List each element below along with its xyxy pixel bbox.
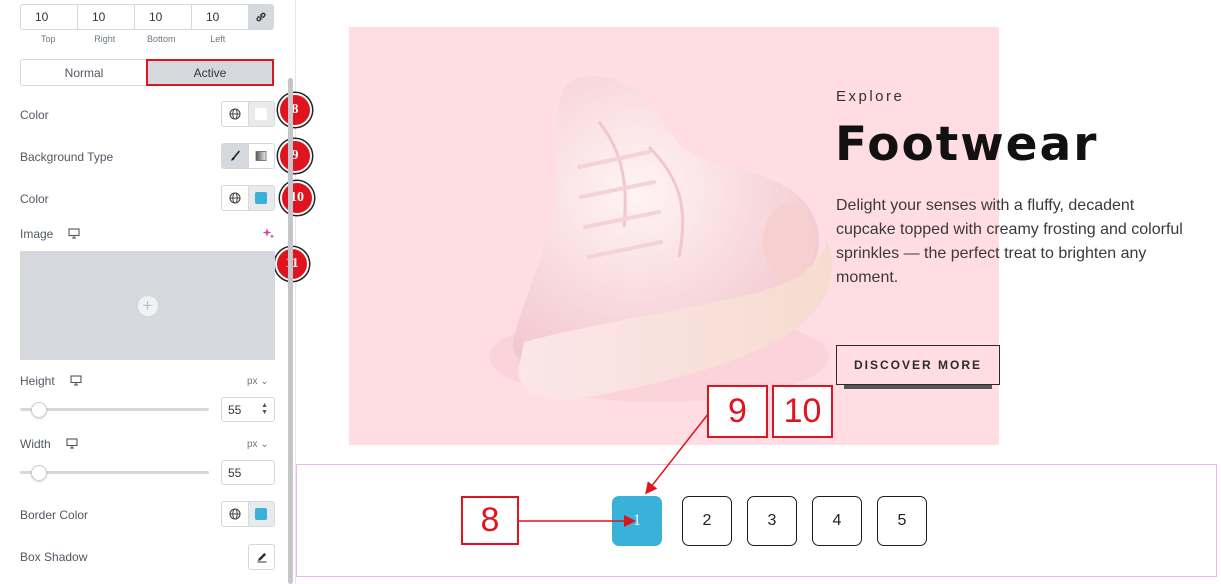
- border-color-label: Border Color: [20, 508, 89, 522]
- box-shadow-label: Box Shadow: [20, 550, 88, 564]
- box-shadow-edit-button[interactable]: [248, 544, 275, 570]
- page-button-5[interactable]: 5: [877, 496, 927, 546]
- color-swatch-white: [255, 108, 268, 120]
- desktop-icon[interactable]: [68, 228, 80, 239]
- hero-eyebrow: Explore: [836, 88, 905, 105]
- padding-left-input[interactable]: 10: [191, 4, 248, 30]
- panel-scrollbar[interactable]: [288, 78, 293, 584]
- color-swatch-blue: [255, 192, 268, 204]
- badge-10: 10: [280, 181, 314, 215]
- border-color-control: [221, 501, 275, 527]
- state-tabs: Normal Active: [20, 59, 274, 86]
- width-unit: px: [247, 439, 258, 450]
- height-slider[interactable]: [20, 408, 209, 411]
- image-picker[interactable]: +: [20, 251, 275, 360]
- color-control: [221, 101, 275, 127]
- padding-top-input[interactable]: 10: [20, 4, 77, 30]
- label-top: Top: [40, 34, 56, 44]
- height-input[interactable]: 55 ▲ ▼: [221, 397, 275, 422]
- background-type-control: [221, 143, 275, 169]
- width-label: Width: [20, 437, 51, 451]
- desktop-icon[interactable]: [66, 438, 78, 449]
- hero-description: Delight your senses with a fluffy, decad…: [836, 197, 1183, 286]
- color-picker-button-2[interactable]: [247, 186, 274, 210]
- button-shadow: [844, 385, 992, 389]
- globe-icon: [229, 108, 241, 120]
- global-color-button[interactable]: [222, 102, 248, 126]
- global-color-button-2[interactable]: [222, 186, 248, 210]
- badge-8: 8: [278, 93, 312, 127]
- height-slider-thumb[interactable]: [31, 402, 47, 418]
- gradient-background-button[interactable]: [247, 144, 274, 168]
- padding-labels: Top Right Bottom Left: [20, 34, 246, 44]
- page-button-1[interactable]: 1: [612, 496, 662, 546]
- settings-panel: 10 10 10 10 Top Right Bottom Left Normal…: [0, 0, 314, 584]
- ai-sparkle-icon[interactable]: [262, 227, 275, 240]
- color-swatch-blue: [255, 508, 268, 520]
- link-values-button[interactable]: [248, 4, 274, 30]
- page-button-3[interactable]: 3: [747, 496, 797, 546]
- page-button-4[interactable]: 4: [812, 496, 862, 546]
- discover-more-button[interactable]: DISCOVER MORE: [836, 345, 1000, 385]
- width-slider[interactable]: [20, 471, 209, 474]
- height-unit: px: [247, 376, 258, 387]
- padding-bottom-input[interactable]: 10: [134, 4, 191, 30]
- global-color-button-3[interactable]: [222, 502, 248, 526]
- annotation-box-8: 8: [461, 496, 519, 545]
- color-label: Color: [20, 108, 49, 122]
- background-type-label: Background Type: [20, 150, 114, 164]
- width-input[interactable]: 55: [221, 460, 275, 485]
- pencil-icon: [257, 552, 266, 563]
- badge-9: 9: [278, 139, 312, 173]
- color-picker-button-3[interactable]: [247, 502, 274, 526]
- page-button-2[interactable]: 2: [682, 496, 732, 546]
- globe-icon: [229, 508, 241, 520]
- width-unit-select[interactable]: px ⌄: [247, 439, 269, 450]
- width-value: 55: [228, 465, 242, 480]
- stepper-arrows-icon[interactable]: ▲ ▼: [261, 402, 268, 416]
- annotation-box-10: 10: [772, 385, 833, 438]
- background-color-control: [221, 185, 275, 211]
- globe-icon: [229, 192, 241, 204]
- color-label-2: Color: [20, 192, 49, 206]
- classic-background-button[interactable]: [222, 144, 248, 168]
- tab-normal[interactable]: Normal: [21, 60, 147, 85]
- label-right: Right: [94, 34, 116, 44]
- hero-title: Footwear: [835, 117, 1099, 172]
- label-left: Left: [210, 34, 226, 44]
- brush-icon: [230, 150, 240, 161]
- padding-right-input[interactable]: 10: [77, 4, 134, 30]
- height-label: Height: [20, 374, 55, 388]
- height-value: 55: [228, 402, 242, 417]
- editor-screen: 10 10 10 10 Top Right Bottom Left Normal…: [0, 0, 1221, 584]
- color-picker-button[interactable]: [247, 102, 274, 126]
- annotation-box-9: 9: [707, 385, 768, 438]
- label-bottom: Bottom: [146, 34, 176, 44]
- padding-inputs: 10 10 10 10: [20, 4, 274, 30]
- link-icon: [256, 12, 266, 22]
- width-slider-thumb[interactable]: [31, 465, 47, 481]
- gradient-icon: [255, 151, 267, 161]
- tab-active[interactable]: Active: [146, 59, 274, 86]
- desktop-icon[interactable]: [70, 375, 82, 386]
- add-image-plus-icon[interactable]: +: [137, 295, 158, 316]
- image-label: Image: [20, 227, 54, 241]
- height-unit-select[interactable]: px ⌄: [247, 376, 269, 387]
